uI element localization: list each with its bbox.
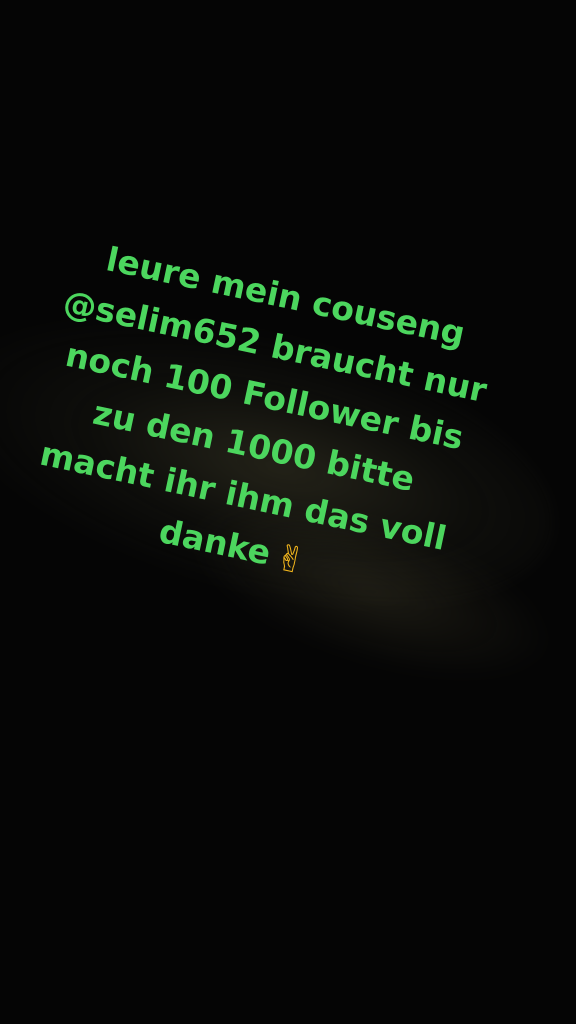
victory-hand-icon: ✌: [271, 536, 310, 584]
story-background: leure mein couseng @selim652 braucht nur…: [0, 0, 576, 1024]
caption-text-block: leure mein couseng @selim652 braucht nur…: [0, 223, 521, 622]
